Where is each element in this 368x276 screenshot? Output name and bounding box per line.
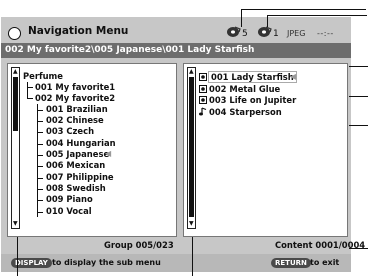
return-key-button[interactable]: RETURN [271, 258, 311, 268]
scroll-up-icon[interactable]: ▲ [189, 69, 194, 75]
tree-line [37, 132, 43, 133]
tree-line [27, 87, 33, 88]
content-scrollbar[interactable]: ▲ ▼ [187, 67, 196, 229]
picture-icon [199, 73, 207, 81]
content-item-selected[interactable]: 001 Lady Starfish [208, 71, 297, 83]
callout-line [349, 248, 368, 249]
folder-item[interactable]: 003 Czech [46, 126, 94, 137]
callout-line [192, 237, 193, 276]
folder-item[interactable]: 008 Swedish [46, 183, 106, 194]
folder-item[interactable]: 001 My favorite1 [35, 82, 115, 93]
selection-arrow-icon: ◀ [290, 72, 297, 81]
navigation-menu-screen: Navigation Menu 5 1 JPEG --:-- 002 My fa… [0, 0, 368, 276]
tree-line [37, 200, 43, 201]
disc-count-1: 5 [242, 29, 248, 39]
tree-line [37, 178, 43, 179]
callout-line [241, 9, 366, 10]
disc-icon [258, 26, 272, 37]
folder-item[interactable]: 004 Hungarian [46, 138, 116, 149]
folder-item[interactable]: 002 Chinese [46, 115, 104, 126]
scroll-down-icon[interactable]: ▼ [13, 221, 18, 227]
callout-line [241, 9, 242, 27]
callout-line [349, 66, 368, 67]
scroll-thumb[interactable] [189, 77, 194, 217]
tree-line [27, 98, 33, 99]
scroll-down-icon[interactable]: ▼ [189, 221, 194, 227]
folder-scrollbar[interactable]: ▲ ▼ [11, 67, 20, 229]
tree-line [37, 166, 43, 167]
scroll-thumb[interactable] [13, 77, 18, 131]
folder-item[interactable]: 006 Mexican [46, 160, 105, 171]
tree-line [37, 121, 43, 122]
folder-item-selected[interactable]: 005 Japanese [46, 149, 109, 160]
callout-line [349, 96, 368, 97]
callout-line [267, 15, 268, 27]
disc-count-2: 1 [273, 29, 279, 39]
time-display: --:-- [317, 29, 334, 38]
folder-root[interactable]: Perfume [23, 71, 63, 82]
selection-arrow-icon: ◀ [105, 149, 112, 158]
picture-icon [199, 96, 207, 104]
tree-line [37, 212, 43, 213]
callout-line [17, 237, 18, 276]
folder-item[interactable]: 002 My favorite2 [35, 93, 115, 104]
music-note-icon [199, 107, 207, 116]
tree-line [37, 110, 43, 111]
tree-line [37, 189, 43, 190]
tree-line [37, 144, 43, 145]
tree-line [27, 82, 28, 99]
content-item[interactable]: 002 Metal Glue [209, 84, 280, 94]
callout-line [267, 15, 367, 16]
picture-icon [199, 85, 207, 93]
callout-line [349, 125, 368, 126]
folder-item[interactable]: 007 Philippine [46, 172, 114, 183]
display-hint: to display the sub menu [52, 258, 161, 267]
current-path: 002 My favorite2\005 Japanese\001 Lady S… [5, 45, 255, 55]
return-hint: to exit [310, 258, 340, 267]
folder-item[interactable]: 009 Piano [46, 194, 93, 205]
scroll-up-icon[interactable]: ▲ [13, 69, 18, 75]
disc-icon [227, 26, 241, 37]
folder-item[interactable]: 001 Brazilian [46, 104, 108, 115]
tree-line [37, 155, 43, 156]
content-item[interactable]: 003 Life on Jupiter [209, 95, 296, 105]
menu-title: Navigation Menu [28, 25, 129, 37]
menu-circle-icon [8, 27, 21, 40]
group-counter: Group 005/023 [104, 240, 174, 250]
content-item[interactable]: 004 Starperson [209, 107, 282, 117]
folder-item[interactable]: 010 Vocal [46, 206, 92, 217]
file-type-label: JPEG [287, 29, 306, 38]
